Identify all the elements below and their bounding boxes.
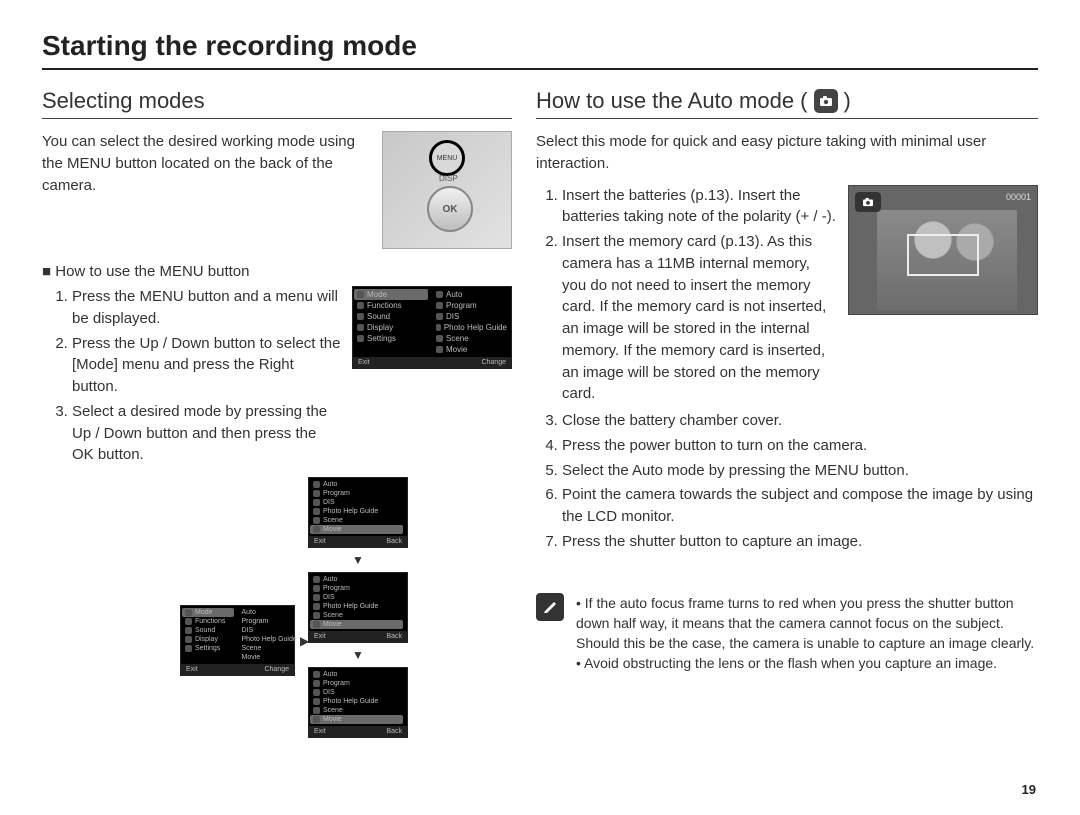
page-title: Starting the recording mode	[42, 30, 1038, 70]
menu-step: Press the MENU button and a menu will be…	[72, 286, 342, 330]
menu-screenshot-step: Mode Functions Sound Display Settings Au…	[180, 605, 295, 676]
auto-step: Insert the batteries (p.13). Insert the …	[562, 185, 836, 229]
auto-step: Select the Auto mode by pressing the MEN…	[562, 460, 1038, 482]
selecting-modes-intro: You can select the desired working mode …	[42, 131, 370, 196]
arrow-down-icon	[352, 646, 364, 664]
menu-screenshot-step: Auto Program DIS Photo Help Guide Scene …	[308, 572, 408, 643]
arrow-right-icon	[300, 632, 309, 650]
auto-title-pre: How to use the Auto mode (	[536, 88, 808, 114]
auto-step: Close the battery chamber cover.	[562, 410, 1038, 432]
section-title-auto-mode: How to use the Auto mode ( )	[536, 88, 1038, 119]
menu-step: Select a desired mode by pressing the Up…	[72, 401, 342, 466]
note-icon	[536, 593, 564, 621]
auto-step: Press the power button to turn on the ca…	[562, 435, 1038, 457]
note-item: If the auto focus frame turns to red whe…	[576, 593, 1038, 654]
section-title-selecting-modes: Selecting modes	[42, 88, 512, 119]
auto-step: Press the shutter button to capture an i…	[562, 531, 1038, 553]
auto-title-post: )	[844, 88, 851, 114]
auto-step: Point the camera towards the subject and…	[562, 484, 1038, 528]
menu-steps-list: Press the MENU button and a menu will be…	[42, 286, 342, 469]
camera-auto-icon	[855, 192, 881, 212]
focus-frame-icon	[907, 234, 979, 276]
menu-step: Press the Up / Down button to select the…	[72, 333, 342, 398]
auto-intro: Select this mode for quick and easy pict…	[536, 131, 1038, 175]
auto-step: Insert the memory card (p.13). As this c…	[562, 231, 836, 405]
note-item: Avoid obstructing the lens or the flash …	[576, 653, 1038, 673]
menu-screenshot-main: Mode Functions Sound Display Settings Au…	[352, 286, 512, 369]
lcd-status: 00001	[1006, 192, 1031, 202]
howto-menu-heading: How to use the MENU button	[42, 263, 512, 280]
menu-screenshot-step: Auto Program DIS Photo Help Guide Scene …	[308, 477, 408, 548]
menu-button-icon: MENU	[429, 140, 465, 176]
lcd-preview-illustration: 00001	[848, 185, 1038, 315]
menu-screenshot-step: Auto Program DIS Photo Help Guide Scene …	[308, 667, 408, 738]
arrow-down-icon	[352, 551, 364, 569]
camera-auto-icon	[814, 89, 838, 113]
ok-button-icon: OK	[427, 186, 473, 232]
disp-label: DISP	[439, 174, 458, 183]
camera-back-illustration: MENU DISP OK	[382, 131, 512, 249]
page-number: 19	[1022, 782, 1036, 797]
note-box: If the auto focus frame turns to red whe…	[536, 593, 1038, 674]
